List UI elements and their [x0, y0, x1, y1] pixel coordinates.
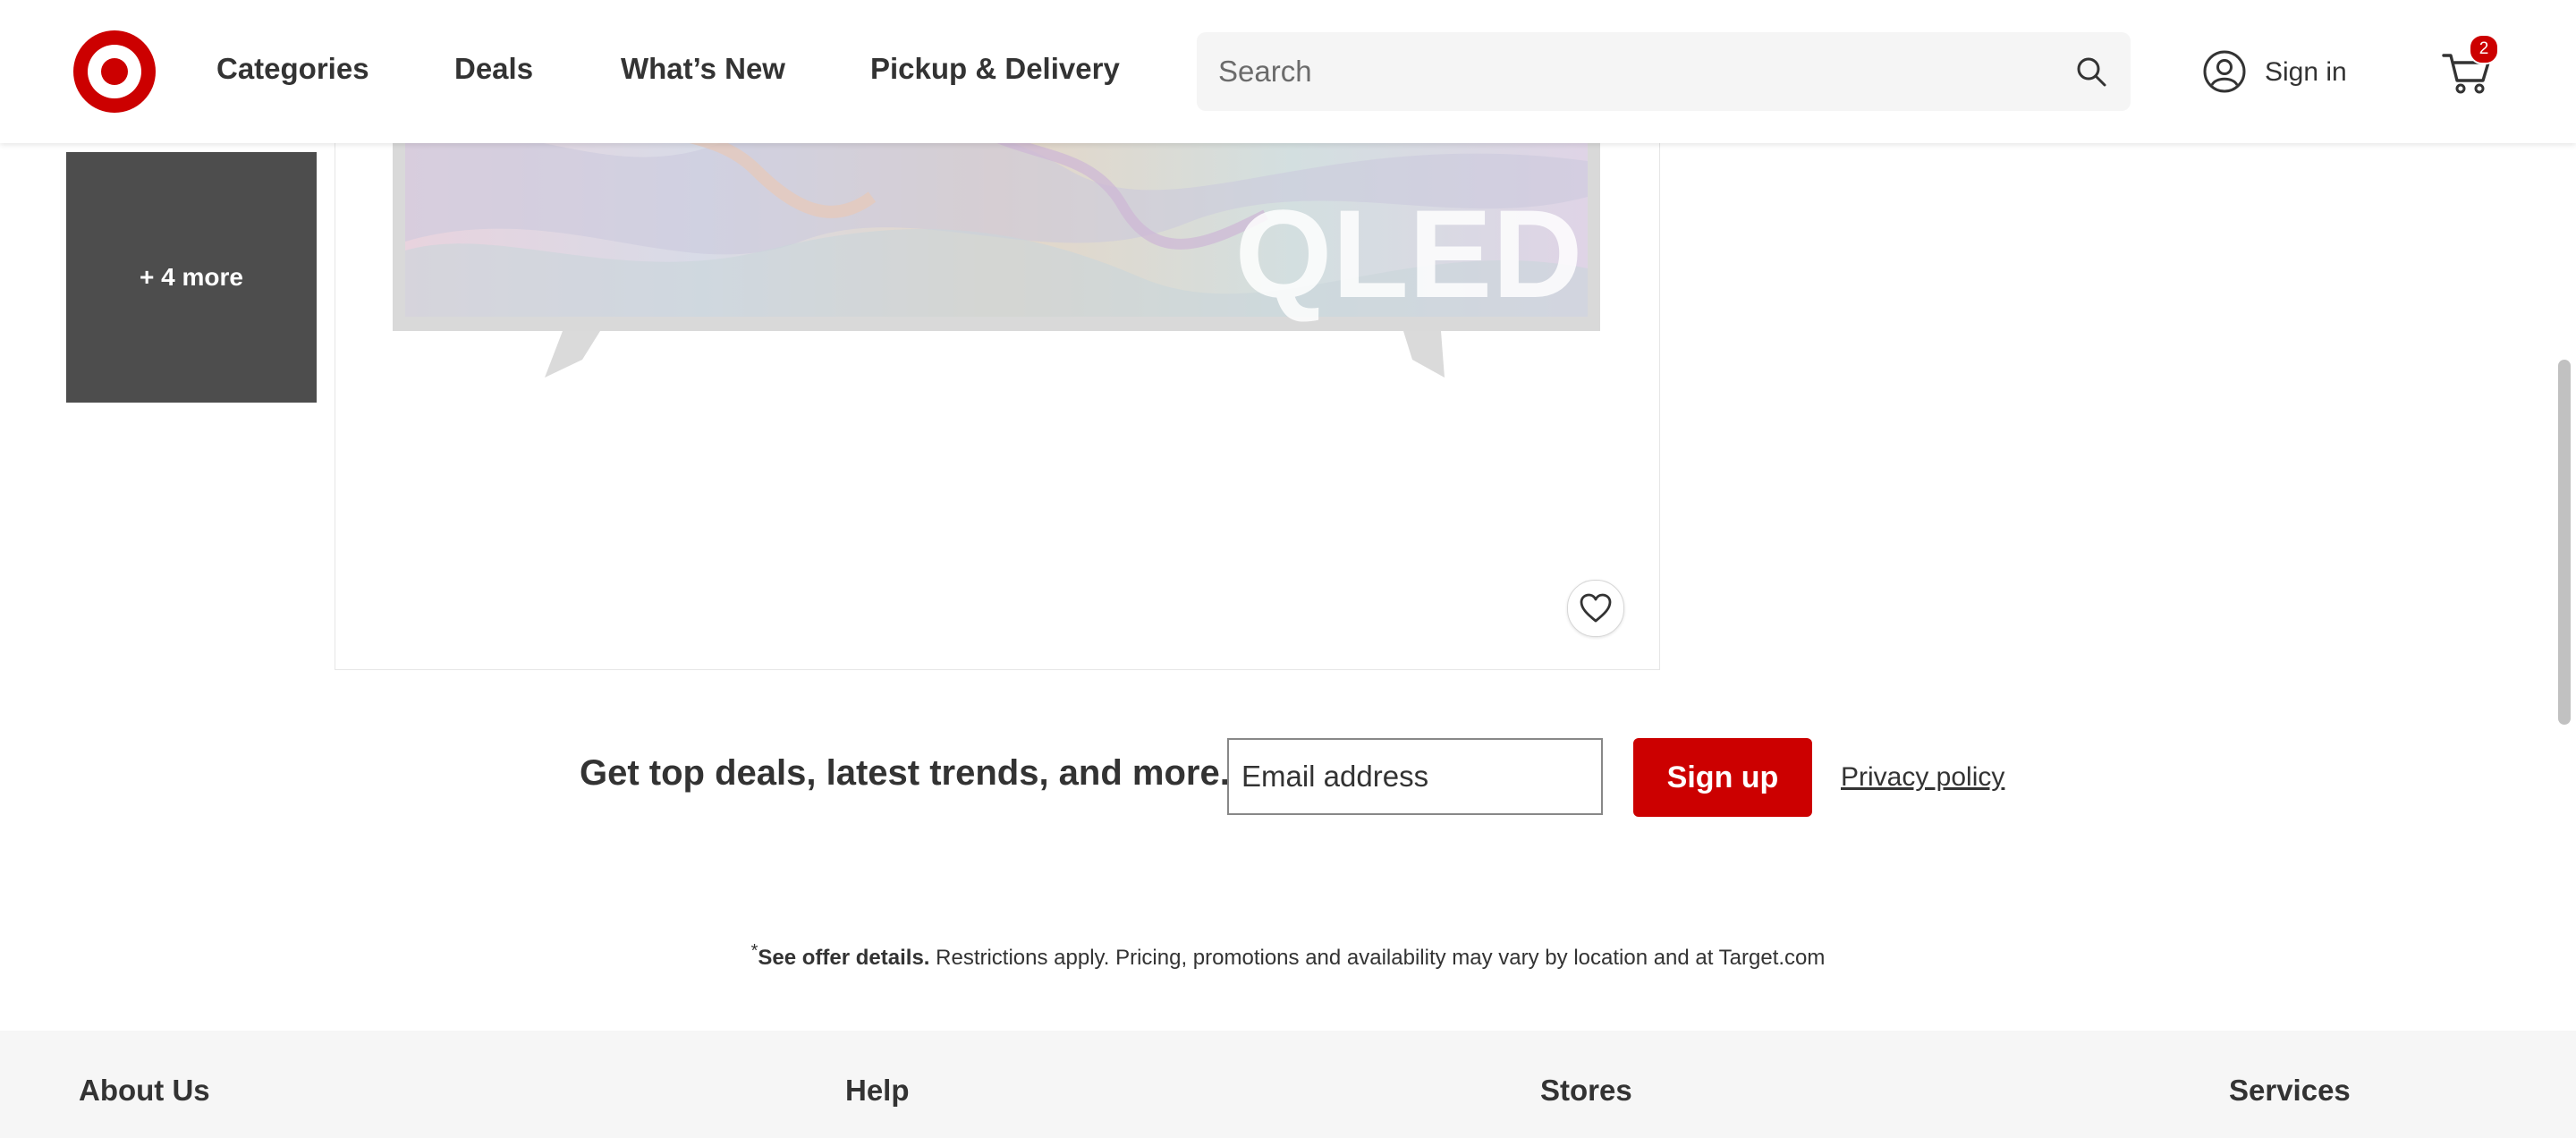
search-bar — [1197, 32, 2131, 111]
offer-details-link[interactable]: See offer details. — [758, 946, 929, 970]
site-header: Categories Deals What’s New Pickup & Del… — [0, 0, 2576, 143]
footer-heading-services[interactable]: Services — [2229, 1074, 2351, 1108]
nav-pickup-delivery[interactable]: Pickup & Delivery — [870, 52, 1120, 86]
product-main-image[interactable]: QLED — [335, 89, 1660, 670]
newsletter-heading: Get top deals, latest trends, and more. — [580, 753, 1230, 793]
search-icon[interactable] — [2075, 55, 2107, 88]
site-footer: About Us Help Stores Services — [0, 1031, 2576, 1138]
sign-up-button[interactable]: Sign up — [1633, 738, 1812, 817]
tv-product-image: QLED — [393, 89, 1600, 378]
qled-logo-text: QLED — [1235, 183, 1583, 324]
footer-heading-help[interactable]: Help — [845, 1074, 910, 1108]
page-scrollbar[interactable] — [2558, 360, 2571, 725]
more-images-label: + 4 more — [140, 263, 243, 291]
nav-categories[interactable]: Categories — [216, 52, 369, 86]
footer-heading-about-us[interactable]: About Us — [79, 1074, 210, 1108]
sign-in-label: Sign in — [2265, 57, 2347, 87]
email-field[interactable] — [1227, 738, 1603, 815]
offer-disclaimer: *See offer details. Restrictions apply. … — [0, 941, 2576, 971]
nav-deals[interactable]: Deals — [454, 52, 533, 86]
footer-heading-stores[interactable]: Stores — [1540, 1074, 1632, 1108]
cart-count-badge: 2 — [2469, 34, 2499, 64]
target-logo-icon[interactable] — [73, 30, 156, 113]
heart-icon — [1580, 593, 1612, 623]
nav-whats-new[interactable]: What’s New — [621, 52, 785, 86]
add-to-favorites-button[interactable] — [1567, 580, 1624, 637]
search-input[interactable] — [1218, 32, 2059, 111]
user-icon — [2203, 50, 2246, 93]
offer-disclaimer-text: Restrictions apply. Pricing, promotions … — [929, 946, 1826, 970]
privacy-policy-link[interactable]: Privacy policy — [1841, 762, 2004, 793]
more-images-thumbnail[interactable]: + 4 more — [66, 152, 317, 403]
